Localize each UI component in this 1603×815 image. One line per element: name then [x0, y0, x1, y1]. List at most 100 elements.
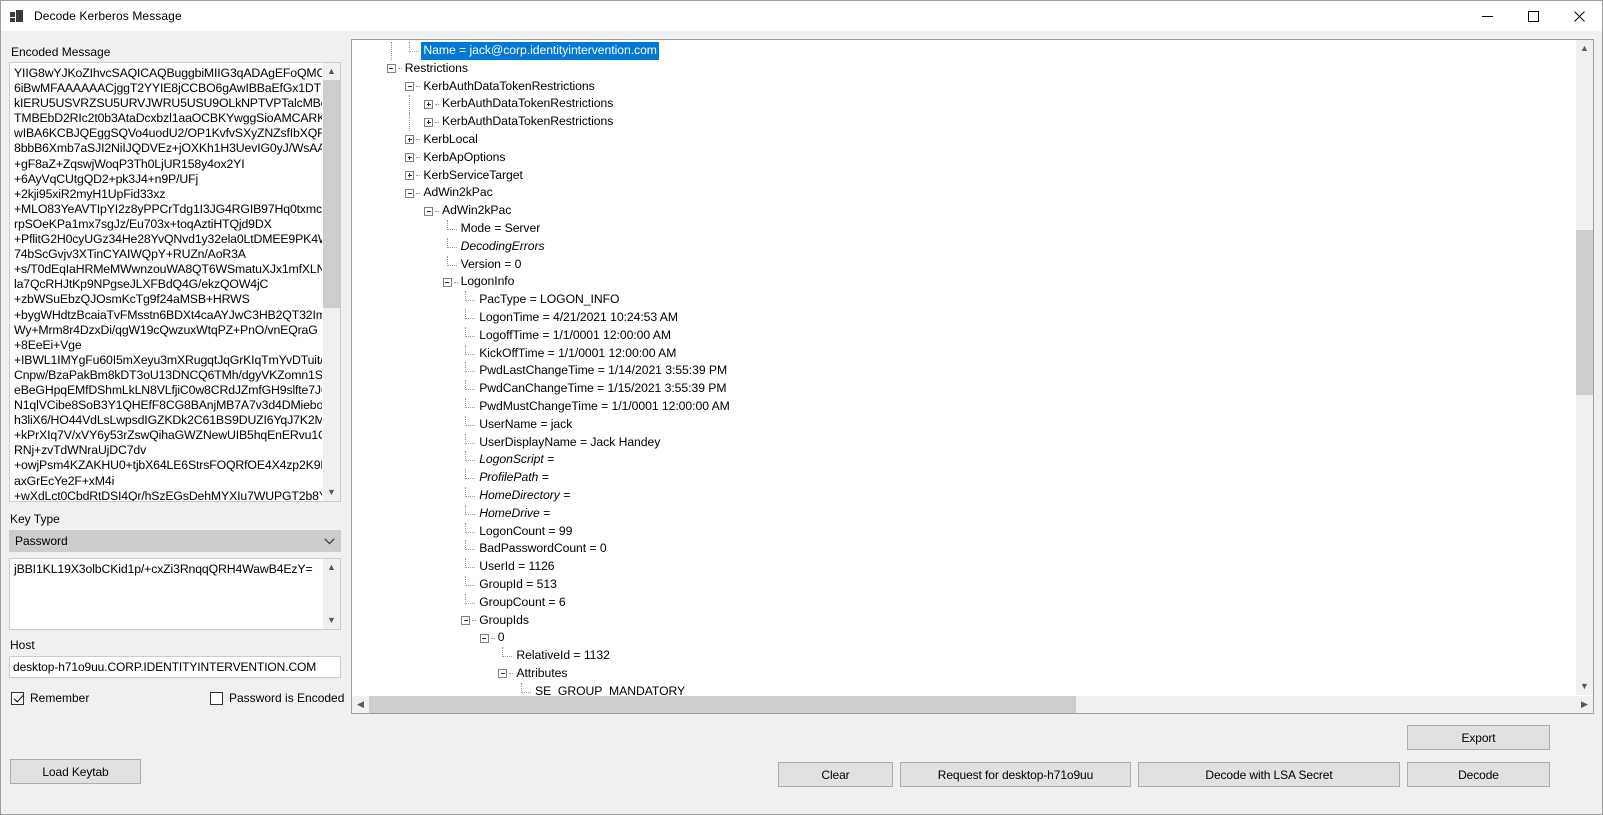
tree-row[interactable]: GroupIds [352, 612, 1576, 630]
scroll-right-icon[interactable]: ▶ [1576, 696, 1593, 713]
tree-row[interactable]: PwdMustChangeTime = 1/1/0001 12:00:00 AM [352, 397, 1576, 416]
tree-row[interactable]: HomeDrive = [352, 504, 1576, 523]
tree-row[interactable]: Mode = Server [352, 219, 1576, 238]
minimize-button[interactable] [1464, 1, 1510, 31]
tree-row[interactable]: ProfilePath = [352, 469, 1576, 487]
scroll-thumb[interactable] [369, 696, 1076, 713]
host-input[interactable] [9, 656, 341, 678]
tree-row[interactable]: KerbServiceTarget [352, 167, 1576, 185]
tree-row[interactable]: KickOffTime = 1/1/0001 12:00:00 AM [352, 344, 1576, 363]
tree-row-label: Version = 0 [460, 256, 522, 271]
tree-row[interactable]: HomeDirectory = [352, 486, 1576, 505]
scroll-down-icon[interactable]: ▼ [1576, 678, 1593, 695]
tree-row[interactable]: GroupCount = 6 [352, 593, 1576, 612]
request-for-host-button[interactable]: Request for desktop-h71o9uu [900, 762, 1131, 787]
tree-row-label: KickOffTime = 1/1/0001 12:00:00 AM [479, 345, 677, 360]
scroll-up-icon[interactable]: ▲ [323, 559, 340, 576]
tree-collapse-icon[interactable] [386, 64, 396, 74]
tree-row[interactable]: AdWin2kPac [352, 184, 1576, 202]
tree-expand-icon[interactable] [405, 153, 415, 163]
tree-row-label: LogonTime = 4/21/2021 10:24:53 AM [479, 309, 678, 324]
tree-row[interactable]: GroupId = 513 [352, 575, 1576, 594]
tree-horizontal-scrollbar[interactable]: ◀ ▶ [352, 695, 1593, 713]
export-button[interactable]: Export [1407, 725, 1550, 750]
key-value-field[interactable]: jBBI1KL19X3olbCKid1p/+cxZi3RnqqQRH4WawB4… [9, 558, 341, 630]
tree-row[interactable]: RelativeId = 1132 [352, 647, 1576, 665]
tree-expand-icon[interactable] [424, 99, 433, 109]
decoded-message-tree-panel: Name = jack@corp.identityintervention.co… [351, 39, 1594, 714]
tree-row[interactable]: Attributes [352, 665, 1576, 683]
tree-row[interactable]: KerbAuthDataTokenRestrictions [352, 78, 1576, 96]
encoded-message-field[interactable]: YIIG8wYJKoZIhvcSAQICAQBuggbiMIIG3qADAgEF… [9, 62, 341, 502]
tree-row-label: LogonCount = 99 [479, 523, 573, 538]
tree-row[interactable]: UserName = jack [352, 415, 1576, 434]
encoded-message-scrollbar[interactable]: ▲ ▼ [322, 63, 340, 501]
remember-checkbox[interactable]: Remember [11, 690, 89, 706]
scroll-up-icon[interactable]: ▲ [323, 63, 340, 80]
checkbox-icon[interactable] [210, 691, 223, 705]
tree-leaf-connector [409, 42, 420, 52]
scroll-thumb[interactable] [323, 80, 340, 308]
tree-row[interactable]: Restrictions [352, 60, 1576, 78]
tree-guide-stub [472, 620, 477, 622]
left-pane: Encoded Message YIIG8wYJKoZIhvcSAQICAQBu… [1, 31, 351, 814]
tree-row[interactable]: KerbApOptions [352, 149, 1576, 167]
tree-expand-icon[interactable] [424, 117, 433, 127]
scroll-left-icon[interactable]: ◀ [352, 696, 369, 713]
key-type-value: Password [15, 534, 68, 548]
key-value-scrollbar[interactable]: ▲ ▼ [322, 559, 340, 629]
tree-row[interactable]: 0 [352, 629, 1576, 647]
tree-row[interactable]: PwdLastChangeTime = 1/14/2021 3:55:39 PM [352, 362, 1576, 380]
tree-row[interactable]: LogonCount = 99 [352, 522, 1576, 541]
tree-row[interactable]: DecodingErrors [352, 237, 1576, 256]
close-button[interactable] [1556, 1, 1602, 31]
tree-row[interactable]: AdWin2kPac [352, 202, 1576, 220]
decode-button[interactable]: Decode [1407, 762, 1550, 787]
tree-row[interactable]: SE_GROUP_MANDATORY [352, 682, 1576, 695]
tree-row[interactable]: LogonInfo [352, 273, 1576, 291]
tree-row[interactable]: Name = jack@corp.identityintervention.co… [352, 42, 1576, 60]
tree-row[interactable]: BadPasswordCount = 0 [352, 540, 1576, 558]
tree-collapse-icon[interactable] [461, 615, 471, 625]
tree-leaf-connector [465, 540, 476, 551]
tree-row[interactable]: Version = 0 [352, 255, 1576, 274]
chevron-down-icon[interactable] [318, 537, 340, 545]
tree-row[interactable]: KerbAuthDataTokenRestrictions [352, 95, 1576, 114]
tree-row-label: GroupIds [479, 612, 529, 627]
tree-rows-container[interactable]: Name = jack@corp.identityintervention.co… [352, 40, 1576, 695]
tree-row-label: 0 [497, 630, 505, 645]
password-is-encoded-checkbox[interactable]: Password is Encoded [210, 690, 344, 706]
tree-row[interactable]: LogonTime = 4/21/2021 10:24:53 AM [352, 308, 1576, 327]
scroll-up-icon[interactable]: ▲ [1576, 40, 1593, 57]
scroll-down-icon[interactable]: ▼ [323, 484, 340, 501]
window-controls [1464, 1, 1602, 31]
tree-vertical-scrollbar[interactable]: ▲ ▼ [1576, 40, 1593, 695]
tree-guide-line [409, 95, 411, 114]
tree-row[interactable]: LogonScript = [352, 451, 1576, 469]
decode-with-lsa-secret-button[interactable]: Decode with LSA Secret [1138, 762, 1400, 787]
tree-collapse-icon[interactable] [405, 81, 415, 91]
tree-row[interactable]: KerbLocal [352, 131, 1576, 149]
tree-row-label: LogonInfo [460, 274, 515, 289]
clear-button[interactable]: Clear [778, 762, 893, 787]
tree-row[interactable]: PwdCanChangeTime = 1/15/2021 3:55:39 PM [352, 380, 1576, 398]
tree-expand-icon[interactable] [405, 170, 415, 180]
tree-expand-icon[interactable] [405, 135, 415, 145]
tree-row[interactable]: LogoffTime = 1/1/0001 12:00:00 AM [352, 326, 1576, 345]
scroll-down-icon[interactable]: ▼ [323, 612, 340, 629]
tree-row[interactable]: UserId = 1126 [352, 558, 1576, 576]
tree-collapse-icon[interactable] [442, 277, 452, 287]
tree-row[interactable]: KerbAuthDataTokenRestrictions [352, 113, 1576, 131]
scroll-thumb[interactable] [1576, 230, 1593, 395]
tree-collapse-icon[interactable] [405, 188, 415, 198]
tree-collapse-icon[interactable] [479, 633, 489, 643]
tree-collapse-icon[interactable] [498, 669, 508, 679]
checkbox-icon[interactable] [11, 691, 24, 705]
tree-row[interactable]: PacType = LOGON_INFO [352, 291, 1576, 309]
tree-row[interactable]: UserDisplayName = Jack Handey [352, 433, 1576, 452]
key-type-dropdown[interactable]: Password [9, 530, 341, 552]
maximize-button[interactable] [1510, 1, 1556, 31]
tree-row-label: BadPasswordCount = 0 [479, 541, 607, 556]
load-keytab-button[interactable]: Load Keytab [10, 759, 141, 784]
tree-collapse-icon[interactable] [424, 206, 433, 216]
